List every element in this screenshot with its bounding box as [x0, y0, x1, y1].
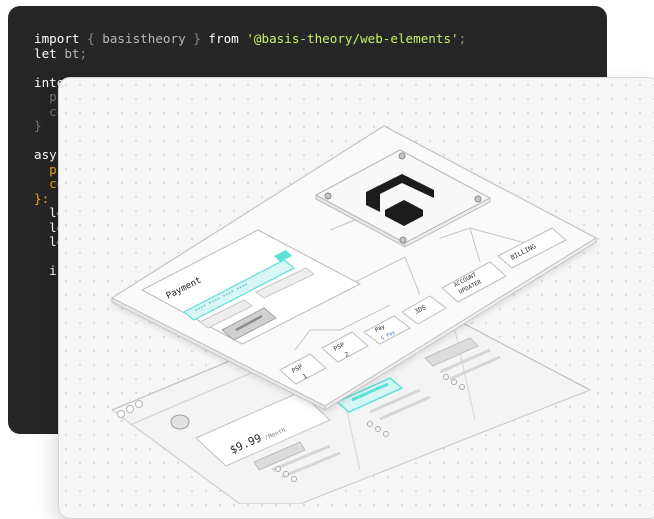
window-dot-icon: [126, 405, 134, 413]
avatar: [170, 414, 190, 430]
window-dot-icon: [135, 400, 143, 408]
screw-icon: [398, 152, 406, 160]
screw-icon: [474, 195, 482, 203]
screw-icon: [324, 192, 332, 200]
screw-icon: [399, 236, 407, 244]
window-dot-icon: [117, 410, 125, 418]
isometric-diagram: $9.99 /Month Payment **** **** **** ****…: [110, 125, 598, 504]
